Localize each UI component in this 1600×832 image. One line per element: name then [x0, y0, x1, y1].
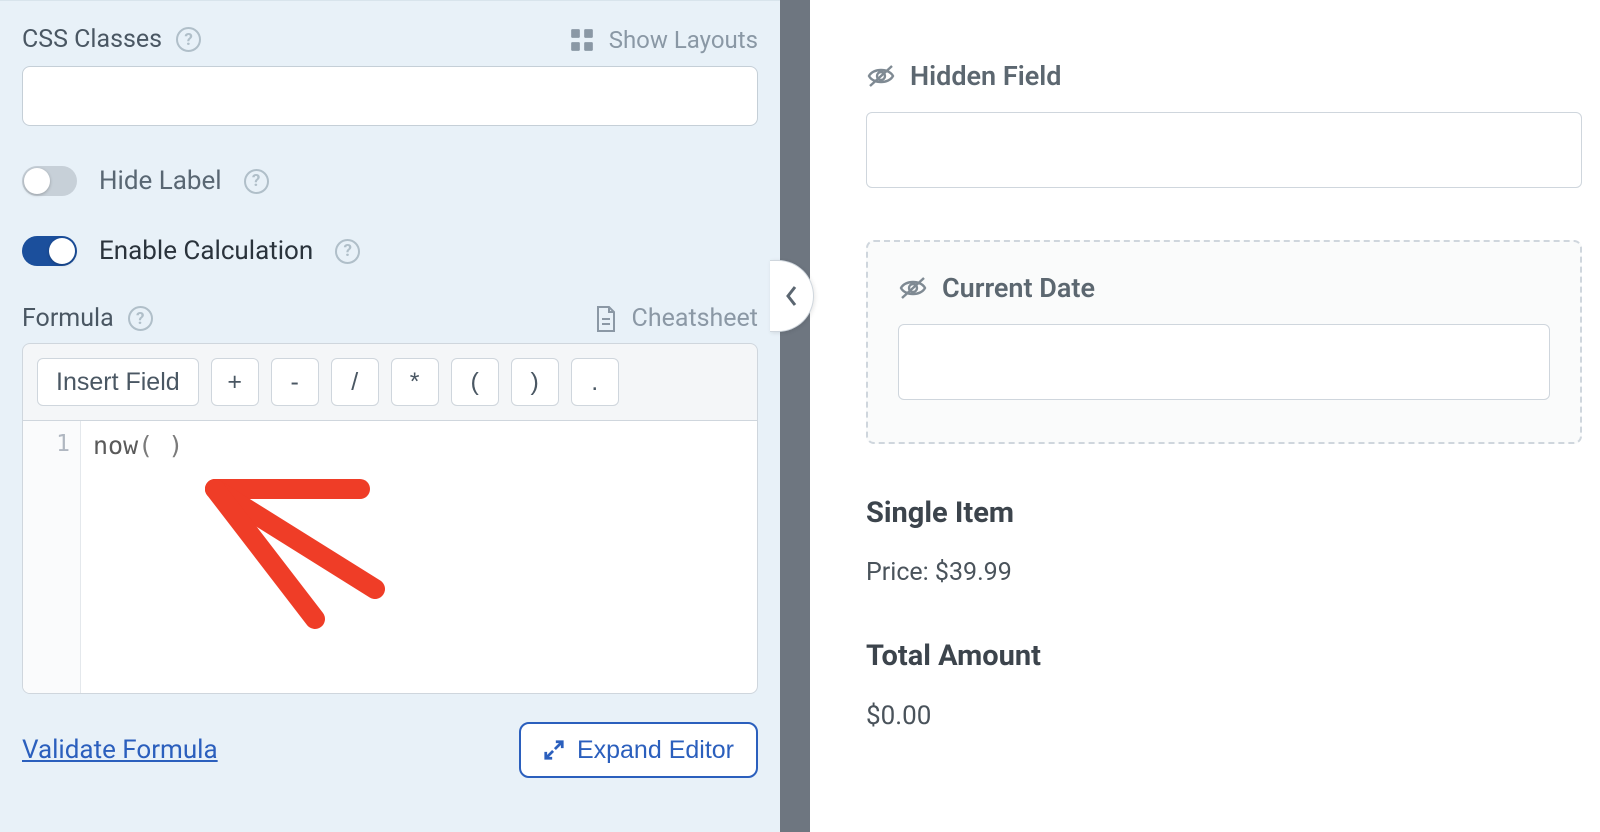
- multiply-button[interactable]: *: [391, 358, 439, 406]
- hide-label-text: Hide Label: [99, 166, 222, 196]
- grid-icon: [569, 27, 595, 53]
- rparen-button[interactable]: ): [511, 358, 559, 406]
- help-icon[interactable]: ?: [244, 169, 269, 194]
- current-date-label: Current Date: [942, 272, 1095, 304]
- single-item-block: Single Item Price: $39.99: [866, 496, 1582, 587]
- css-classes-input[interactable]: [22, 66, 758, 126]
- formula-editor[interactable]: 1 now( ): [22, 420, 758, 694]
- hidden-field-input[interactable]: [866, 112, 1582, 188]
- show-layouts-button[interactable]: Show Layouts: [569, 26, 758, 54]
- total-value: $0.00: [866, 701, 1582, 731]
- insert-field-button[interactable]: Insert Field: [37, 358, 199, 406]
- hide-label-row: Hide Label ?: [22, 166, 758, 196]
- code-content[interactable]: now( ): [81, 421, 757, 693]
- hidden-field-label: Hidden Field: [910, 60, 1061, 92]
- line-gutter: 1: [23, 421, 81, 693]
- css-classes-label: CSS Classes: [22, 25, 162, 54]
- expand-editor-button[interactable]: Expand Editor: [519, 722, 758, 778]
- panel-divider: [780, 0, 810, 832]
- divide-button[interactable]: /: [331, 358, 379, 406]
- minus-button[interactable]: -: [271, 358, 319, 406]
- expand-editor-label: Expand Editor: [577, 736, 734, 765]
- total-label: Total Amount: [866, 639, 1582, 673]
- validate-formula-link[interactable]: Validate Formula: [22, 735, 218, 765]
- show-layouts-label: Show Layouts: [609, 26, 758, 54]
- expand-icon: [543, 739, 565, 761]
- enable-calc-row: Enable Calculation ?: [22, 236, 758, 266]
- single-item-title: Single Item: [866, 496, 1582, 530]
- help-icon[interactable]: ?: [128, 306, 153, 331]
- preview-panel: Hidden Field Current Date Single Item Pr…: [810, 0, 1600, 832]
- code-parens: ( ): [138, 431, 183, 460]
- current-date-input[interactable]: [898, 324, 1550, 400]
- document-icon: [594, 305, 618, 333]
- cheatsheet-link[interactable]: Cheatsheet: [594, 304, 758, 333]
- editor-footer: Validate Formula Expand Editor: [22, 722, 758, 778]
- css-classes-row: CSS Classes ? Show Layouts: [22, 25, 758, 54]
- cheatsheet-label: Cheatsheet: [632, 304, 758, 333]
- dot-button[interactable]: .: [571, 358, 619, 406]
- help-icon[interactable]: ?: [335, 239, 360, 264]
- eye-off-icon: [866, 63, 896, 89]
- lparen-button[interactable]: (: [451, 358, 499, 406]
- price-value: $39.99: [935, 558, 1012, 587]
- settings-panel: CSS Classes ? Show Layouts Hide Label ? …: [0, 0, 780, 832]
- enable-calc-toggle[interactable]: [22, 236, 77, 266]
- code-fn: now: [93, 431, 138, 460]
- app-root: CSS Classes ? Show Layouts Hide Label ? …: [0, 0, 1600, 832]
- chevron-left-icon: [783, 283, 801, 309]
- formula-toolbar: Insert Field + - / * ( ) .: [22, 343, 758, 420]
- total-block: Total Amount $0.00: [866, 639, 1582, 731]
- hidden-field-block: Hidden Field: [866, 60, 1582, 188]
- formula-header: Formula ? Cheatsheet: [22, 304, 758, 333]
- collapse-panel-button[interactable]: [770, 260, 814, 332]
- hide-label-toggle[interactable]: [22, 166, 77, 196]
- price-line: Price: $39.99: [866, 558, 1582, 587]
- formula-label: Formula: [22, 304, 114, 333]
- current-date-block[interactable]: Current Date: [866, 240, 1582, 444]
- enable-calc-text: Enable Calculation: [99, 236, 313, 266]
- plus-button[interactable]: +: [211, 358, 259, 406]
- help-icon[interactable]: ?: [176, 27, 201, 52]
- eye-off-icon: [898, 275, 928, 301]
- price-label: Price:: [866, 558, 935, 587]
